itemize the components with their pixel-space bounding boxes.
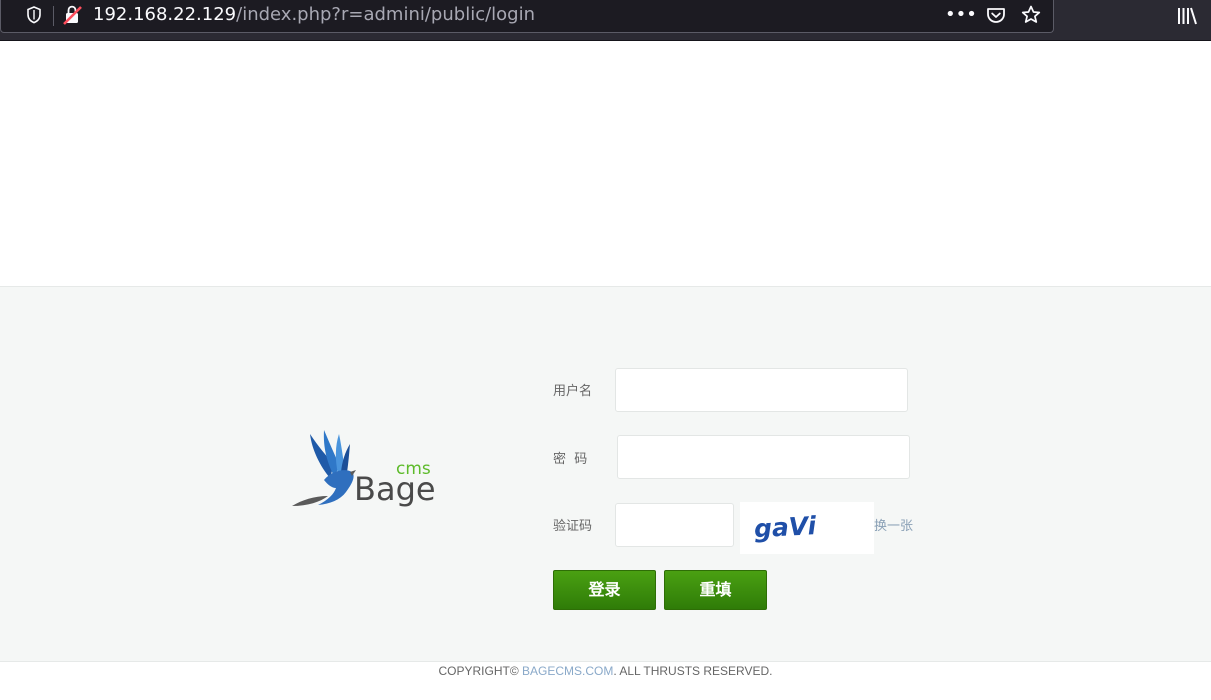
reset-button[interactable]: 重填 — [664, 570, 767, 610]
captcha-label: 验证码 — [553, 519, 593, 534]
password-label: 密 码 — [553, 452, 588, 467]
browser-toolbar: 192.168.22.129/index.php?r=admini/public… — [0, 0, 1211, 41]
captcha-text: gaVi — [753, 511, 817, 543]
url-path: /index.php?r=admini/public/login — [236, 4, 536, 25]
urlbar-divider — [53, 6, 54, 26]
copyright-site-link[interactable]: BAGECMS.COM — [522, 664, 613, 678]
bagecms-logo: cms Bage — [290, 428, 450, 512]
insecure-connection-icon[interactable] — [62, 3, 84, 27]
copyright-prefix: COPYRIGHT© — [438, 664, 522, 678]
address-bar[interactable]: 192.168.22.129/index.php?r=admini/public… — [0, 0, 1054, 33]
copyright-suffix: . ALL THRUSTS RESERVED. — [613, 664, 773, 678]
username-input[interactable] — [615, 368, 908, 412]
username-label: 用户名 — [553, 384, 593, 399]
pocket-icon[interactable] — [984, 3, 1008, 27]
logo-brand-text: Bage — [354, 470, 436, 508]
captcha-image[interactable]: gaVi — [740, 502, 874, 554]
star-icon[interactable] — [1019, 3, 1043, 27]
url-host: 192.168.22.129 — [93, 4, 237, 25]
url-text[interactable]: 192.168.22.129/index.php?r=admini/public… — [93, 3, 535, 27]
refresh-captcha-link[interactable]: 换一张 — [874, 517, 913, 537]
more-icon[interactable]: ••• — [945, 3, 977, 27]
password-input[interactable] — [617, 435, 910, 479]
shield-icon[interactable] — [24, 3, 44, 27]
copyright-footer: COPYRIGHT© BAGECMS.COM. ALL THRUSTS RESE… — [0, 661, 1211, 681]
library-icon[interactable] — [1176, 5, 1198, 27]
captcha-input[interactable] — [615, 503, 734, 547]
login-button[interactable]: 登录 — [553, 570, 656, 610]
